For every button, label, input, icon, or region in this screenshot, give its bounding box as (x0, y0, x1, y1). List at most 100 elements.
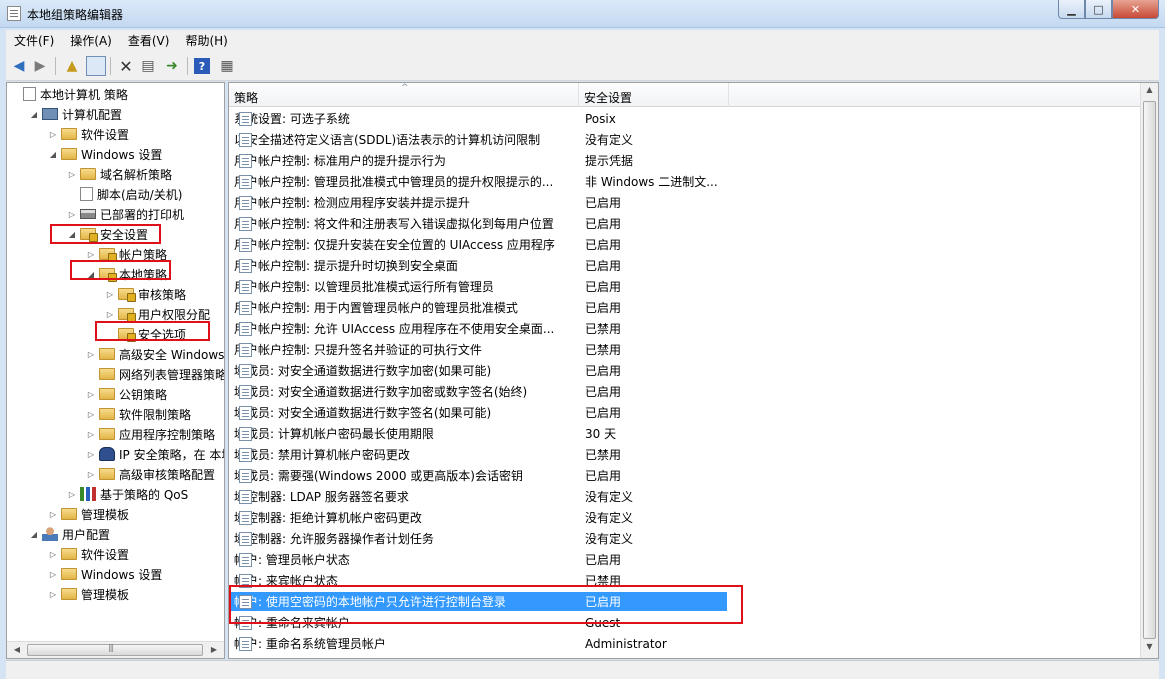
collapsed-arrow-icon[interactable]: ▷ (47, 550, 59, 559)
sort-ascending-icon: ^ (401, 83, 409, 93)
tree-item[interactable]: ▷ 公钥策略 (85, 384, 167, 404)
policy-setting-value: 已禁用 (585, 343, 622, 357)
tree-item[interactable]: ▷ 高级安全 Windows 防 (85, 344, 224, 364)
expanded-arrow-icon[interactable]: ◢ (28, 110, 40, 119)
tree-item[interactable]: 网络列表管理器策略 (85, 364, 224, 384)
policy-row[interactable]: 域控制器: 拒绝计算机帐户密码更改 没有定义 (229, 507, 1140, 528)
tree-item[interactable]: ▷ 应用程序控制策略 (85, 424, 215, 444)
tree-item[interactable]: ▷ 高级审核策略配置 (85, 464, 215, 484)
policy-row[interactable]: 用户帐户控制: 允许 UIAccess 应用程序在不使用安全桌面... 已禁用 (229, 318, 1140, 339)
policy-row[interactable]: 帐户: 管理员帐户状态 已启用 (229, 549, 1140, 570)
properties-icon[interactable]: ▤ (138, 56, 158, 76)
close-button[interactable]: ✕ (1112, 0, 1159, 19)
expanded-arrow-icon[interactable]: ◢ (28, 530, 40, 539)
policy-row[interactable]: 域控制器: 允许服务器操作者计划任务 没有定义 (229, 528, 1140, 549)
menu-help[interactable]: 帮助(H) (177, 32, 235, 49)
show-hide-tree-icon[interactable] (86, 56, 106, 76)
collapsed-arrow-icon[interactable]: ▷ (85, 250, 97, 259)
menu-view[interactable]: 查看(V) (120, 32, 178, 49)
tree-item[interactable]: ▷ 审核策略 (104, 284, 186, 304)
help-icon[interactable]: ? (194, 58, 210, 74)
tree-item[interactable]: ▷ 管理模板 (47, 584, 129, 604)
collapsed-arrow-icon[interactable]: ▷ (47, 130, 59, 139)
tree-item[interactable]: ◢ 计算机配置 (28, 104, 122, 124)
collapsed-arrow-icon[interactable]: ▷ (104, 290, 116, 299)
tree-item[interactable]: ▷ 软件限制策略 (85, 404, 191, 424)
collapsed-arrow-icon[interactable]: ▷ (85, 450, 97, 459)
menu-file[interactable]: 文件(F) (6, 32, 62, 49)
scroll-thumb[interactable] (1143, 101, 1156, 639)
policy-row[interactable]: 用户帐户控制: 检测应用程序安装并提示提升 已启用 (229, 192, 1140, 213)
tree-item[interactable]: ◢ Windows 设置 (47, 144, 162, 164)
folder-icon (61, 588, 77, 600)
scroll-right-icon[interactable]: ▶ (206, 644, 222, 656)
policy-row[interactable]: 用户帐户控制: 用于内置管理员帐户的管理员批准模式 已启用 (229, 297, 1140, 318)
policy-name-cell: 域成员: 对安全通道数据进行数字签名(如果可能) (234, 404, 579, 421)
policy-row[interactable]: 帐户: 重命名系统管理员帐户 Administrator (229, 633, 1140, 654)
collapsed-arrow-icon[interactable]: ▷ (47, 590, 59, 599)
collapsed-arrow-icon[interactable]: ▷ (85, 470, 97, 479)
up-folder-icon[interactable]: ▲ (62, 56, 82, 76)
policy-row[interactable]: 域成员: 对安全通道数据进行数字加密或数字签名(始终) 已启用 (229, 381, 1140, 402)
policy-row[interactable]: 用户帐户控制: 以管理员批准模式运行所有管理员 已启用 (229, 276, 1140, 297)
collapsed-arrow-icon[interactable]: ▷ (85, 390, 97, 399)
policy-name: 用户帐户控制: 只提升签名并验证的可执行文件 (234, 343, 482, 357)
policy-row[interactable]: 域成员: 对安全通道数据进行数字加密(如果可能) 已启用 (229, 360, 1140, 381)
scroll-left-icon[interactable]: ◀ (9, 644, 25, 656)
collapsed-arrow-icon[interactable]: ▷ (85, 350, 97, 359)
collapsed-arrow-icon[interactable]: ▷ (47, 510, 59, 519)
policy-row[interactable]: 以安全描述符定义语言(SDDL)语法表示的计算机访问限制 没有定义 (229, 129, 1140, 150)
view-icon[interactable]: ▦ (217, 56, 237, 76)
policy-row[interactable]: 域成员: 禁用计算机帐户密码更改 已禁用 (229, 444, 1140, 465)
policy-row[interactable]: 域成员: 对安全通道数据进行数字签名(如果可能) 已启用 (229, 402, 1140, 423)
policy-row[interactable]: 域成员: 计算机帐户密码最长使用期限 30 天 (229, 423, 1140, 444)
status-bar (6, 660, 1159, 679)
collapsed-arrow-icon[interactable]: ▷ (66, 490, 78, 499)
menu-action[interactable]: 操作(A) (62, 32, 120, 49)
collapsed-arrow-icon[interactable]: ▷ (66, 170, 78, 179)
scroll-down-icon[interactable]: ▼ (1143, 642, 1156, 656)
policy-row[interactable]: 域成员: 需要强(Windows 2000 或更高版本)会话密钥 已启用 (229, 465, 1140, 486)
policy-row[interactable]: 用户帐户控制: 将文件和注册表写入错误虚拟化到每用户位置 已启用 (229, 213, 1140, 234)
back-arrow-icon[interactable]: ◀ (9, 56, 29, 76)
policy-row[interactable]: 系统设置: 可选子系统 Posix (229, 108, 1140, 129)
collapsed-arrow-icon[interactable]: ▷ (47, 570, 59, 579)
policy-row[interactable]: 用户帐户控制: 仅提升安装在安全位置的 UIAccess 应用程序 已启用 (229, 234, 1140, 255)
collapsed-arrow-icon[interactable]: ▷ (66, 210, 78, 219)
tree-item[interactable]: ▷ IP 安全策略，在 本地 (85, 444, 224, 464)
policy-row[interactable]: 用户帐户控制: 提示提升时切换到安全桌面 已启用 (229, 255, 1140, 276)
tree-item[interactable]: ▷ 软件设置 (47, 124, 129, 144)
tree-item[interactable]: ▷ 已部署的打印机 (66, 204, 184, 224)
expanded-arrow-icon[interactable]: ◢ (47, 150, 59, 159)
tree-item[interactable]: 脚本(启动/关机) (66, 184, 182, 204)
tree-item[interactable]: 本地计算机 策略 (9, 84, 128, 104)
minimize-button[interactable]: ▁ (1058, 0, 1085, 19)
maximize-button[interactable]: □ (1085, 0, 1112, 19)
list-vertical-scrollbar[interactable]: ▲ ▼ (1140, 83, 1158, 658)
computer-icon (42, 108, 58, 120)
policy-name: 域控制器: 拒绝计算机帐户密码更改 (234, 511, 422, 525)
policy-name: 域控制器: 允许服务器操作者计划任务 (234, 532, 434, 546)
tree-item[interactable]: ▷ 基于策略的 QoS (66, 484, 188, 504)
export-list-icon[interactable]: ➜ (162, 56, 182, 76)
tree-item[interactable]: ▷ 软件设置 (47, 544, 129, 564)
collapsed-arrow-icon[interactable]: ▷ (104, 310, 116, 319)
collapsed-arrow-icon[interactable]: ▷ (85, 430, 97, 439)
scroll-thumb[interactable] (27, 643, 203, 656)
tree-item[interactable]: ▷ Windows 设置 (47, 564, 162, 584)
policy-row[interactable]: 域控制器: LDAP 服务器签名要求 没有定义 (229, 486, 1140, 507)
tree-item[interactable]: ▷ 管理模板 (47, 504, 129, 524)
tree-item[interactable]: ▷ 域名解析策略 (66, 164, 172, 184)
ipsec-icon (99, 447, 115, 461)
folder-icon (99, 248, 117, 262)
policy-row[interactable]: 用户帐户控制: 管理员批准模式中管理员的提升权限提示的... 非 Windows … (229, 171, 1140, 192)
tree-item[interactable]: ◢ 用户配置 (28, 524, 110, 544)
scroll-up-icon[interactable]: ▲ (1143, 85, 1156, 99)
tree-horizontal-scrollbar[interactable]: ◀ ▶ (7, 641, 224, 658)
policy-row[interactable]: 用户帐户控制: 标准用户的提升提示行为 提示凭据 (229, 150, 1140, 171)
policy-row[interactable]: 用户帐户控制: 只提升签名并验证的可执行文件 已禁用 (229, 339, 1140, 360)
collapsed-arrow-icon[interactable]: ▷ (85, 410, 97, 419)
forward-arrow-icon[interactable]: ▶ (30, 56, 50, 76)
delete-icon[interactable]: ✕ (116, 56, 136, 76)
column-security-setting[interactable]: 安全设置 (579, 83, 729, 107)
